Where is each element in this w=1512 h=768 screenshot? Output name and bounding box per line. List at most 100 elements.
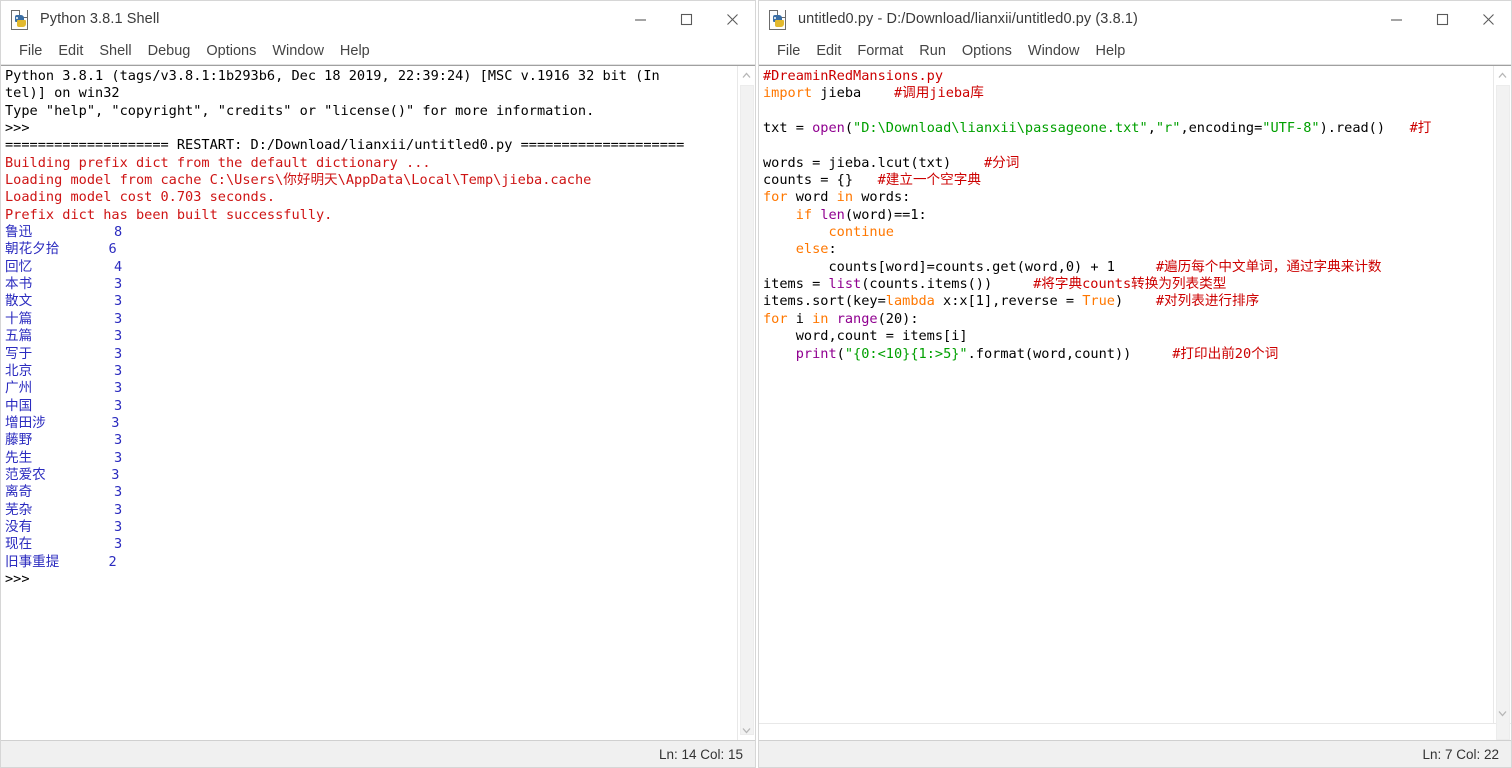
- menu-editor-run[interactable]: Run: [911, 43, 954, 59]
- shell-word-count-line: 朝花夕拾 6: [5, 241, 117, 258]
- shell-word-count-line: 增田涉 3: [5, 414, 120, 431]
- shell-vertical-scrollbar[interactable]: [737, 66, 755, 740]
- shell-menubar[interactable]: File Edit Shell Debug Options Window Help: [1, 38, 755, 65]
- menu-editor-edit[interactable]: Edit: [808, 43, 849, 59]
- code-token: #遍历每个中文单词，通过字典来计数: [1155, 258, 1382, 275]
- code-line: for i in range(20):: [763, 311, 1493, 328]
- scroll-down-icon[interactable]: [738, 721, 755, 740]
- code-token: (counts.items()): [861, 276, 1034, 293]
- menu-shell-window[interactable]: Window: [264, 43, 332, 59]
- shell-word-count-line: 没有 3: [5, 518, 123, 535]
- code-line: for word in words:: [763, 189, 1493, 206]
- code-token: ).read(): [1319, 120, 1410, 137]
- code-token: counts = {}: [763, 172, 878, 189]
- code-token: ): [1114, 293, 1156, 310]
- shell-banner-line: >>>: [5, 120, 30, 137]
- editor-title: untitled0.py - D:/Download/lianxii/untit…: [798, 11, 1138, 27]
- maximize-icon[interactable]: [1419, 1, 1465, 37]
- shell-word-count-line: 先生 3: [5, 449, 123, 466]
- code-token: True: [1082, 293, 1115, 310]
- menu-editor-file[interactable]: File: [769, 43, 808, 59]
- scroll-down-icon[interactable]: [1494, 704, 1511, 723]
- menu-shell-edit[interactable]: Edit: [50, 43, 91, 59]
- code-line: counts[word]=counts.get(word,0) + 1 #遍历每…: [763, 259, 1493, 276]
- code-token: ,: [1147, 120, 1156, 137]
- code-token: #调用jieba库: [893, 85, 984, 102]
- code-token: ,encoding=: [1180, 120, 1263, 137]
- maximize-icon[interactable]: [663, 1, 709, 37]
- shell-word-count-line: 五篇 3: [5, 328, 123, 345]
- editor-cursor-position: Ln: 7 Col: 22: [1422, 746, 1499, 762]
- editor-horizontal-scrollbar[interactable]: [759, 723, 1511, 740]
- shell-word-count-line: 现在 3: [5, 536, 123, 553]
- code-token: else: [795, 241, 829, 258]
- minimize-icon[interactable]: [617, 1, 663, 37]
- menu-shell-shell[interactable]: Shell: [91, 43, 139, 59]
- code-token: #将字典counts转换为列表类型: [1033, 276, 1227, 293]
- desktop: Python 3.8.1 Shell File Edit Shell Debug Opt…: [0, 0, 1512, 768]
- scroll-up-icon[interactable]: [1494, 66, 1511, 85]
- menu-shell-file[interactable]: File: [11, 43, 50, 59]
- code-token: (20):: [877, 310, 919, 327]
- code-line: print("{0:<10}{1:>5}".format(word,count)…: [763, 346, 1493, 363]
- code-token: in: [812, 310, 829, 327]
- code-line: items.sort(key=lambda x:x[1],reverse = T…: [763, 293, 1493, 310]
- shell-word-count-line: 鲁迅 8: [5, 224, 123, 241]
- close-icon[interactable]: [1465, 1, 1511, 37]
- scroll-up-icon[interactable]: [738, 66, 755, 85]
- code-token: #建立一个空字典: [877, 172, 981, 189]
- shell-cursor-position: Ln: 14 Col: 15: [658, 746, 743, 762]
- shell-word-count-line: 旧事重提 2: [5, 553, 117, 570]
- code-token: continue: [828, 224, 894, 241]
- code-token: for: [763, 310, 788, 327]
- menu-editor-options[interactable]: Options: [954, 43, 1020, 59]
- shell-stderr-line: Loading model cost 0.703 seconds.: [5, 189, 276, 206]
- code-line: continue: [763, 224, 1493, 241]
- code-line: #DreaminRedMansions.py: [763, 68, 1493, 85]
- python-idle-icon: [768, 8, 790, 30]
- code-token: items =: [763, 276, 829, 293]
- menu-shell-options[interactable]: Options: [198, 43, 264, 59]
- menu-shell-debug[interactable]: Debug: [140, 43, 199, 59]
- code-token: #打: [1409, 120, 1432, 137]
- python-idle-icon: [10, 8, 32, 30]
- code-token: len: [820, 206, 845, 223]
- python-shell-window[interactable]: Python 3.8.1 Shell File Edit Shell Debug Opt…: [0, 0, 756, 768]
- code-token: "{0:<10}{1:>5}": [844, 345, 968, 362]
- code-token: :: [828, 241, 837, 258]
- editor-vertical-scrollbar[interactable]: [1493, 66, 1511, 740]
- shell-word-count-line: 离奇 3: [5, 484, 123, 501]
- editor-menubar[interactable]: File Edit Format Run Options Window Help: [759, 38, 1511, 65]
- close-icon[interactable]: [709, 1, 755, 37]
- shell-window-controls[interactable]: [617, 1, 755, 37]
- code-token: for: [763, 189, 788, 206]
- menu-editor-format[interactable]: Format: [849, 43, 911, 59]
- python-editor-window[interactable]: untitled0.py - D:/Download/lianxii/untit…: [758, 0, 1512, 768]
- code-token: import: [763, 85, 813, 102]
- menu-editor-help[interactable]: Help: [1087, 43, 1133, 59]
- shell-restart-line: ==================== RESTART: D:/Downloa…: [5, 137, 685, 154]
- editor-titlebar[interactable]: untitled0.py - D:/Download/lianxii/untit…: [759, 1, 1511, 38]
- code-token: "r": [1155, 120, 1181, 137]
- code-token: #对列表进行排序: [1155, 293, 1260, 310]
- shell-titlebar[interactable]: Python 3.8.1 Shell: [1, 1, 755, 38]
- code-token: #DreaminRedMansions.py: [763, 68, 944, 84]
- code-token: txt =: [763, 120, 813, 137]
- editor-code-text[interactable]: #DreaminRedMansions.py import jieba #调用ji…: [759, 66, 1493, 723]
- code-token: word,count = items[i]: [763, 328, 968, 345]
- shell-word-count-line: 北京 3: [5, 362, 123, 379]
- menu-editor-window[interactable]: Window: [1020, 43, 1088, 59]
- code-token: #分词: [983, 154, 1020, 171]
- code-token: words = jieba.lcut(txt): [763, 154, 984, 171]
- editor-window-controls[interactable]: [1373, 1, 1511, 37]
- shell-output-text[interactable]: Python 3.8.1 (tags/v3.8.1:1b293b6, Dec 1…: [1, 66, 737, 740]
- minimize-icon[interactable]: [1373, 1, 1419, 37]
- code-token: print: [795, 345, 837, 362]
- menu-shell-help[interactable]: Help: [332, 43, 378, 59]
- code-line: txt = open("D:\Download\lianxii\passageo…: [763, 120, 1493, 137]
